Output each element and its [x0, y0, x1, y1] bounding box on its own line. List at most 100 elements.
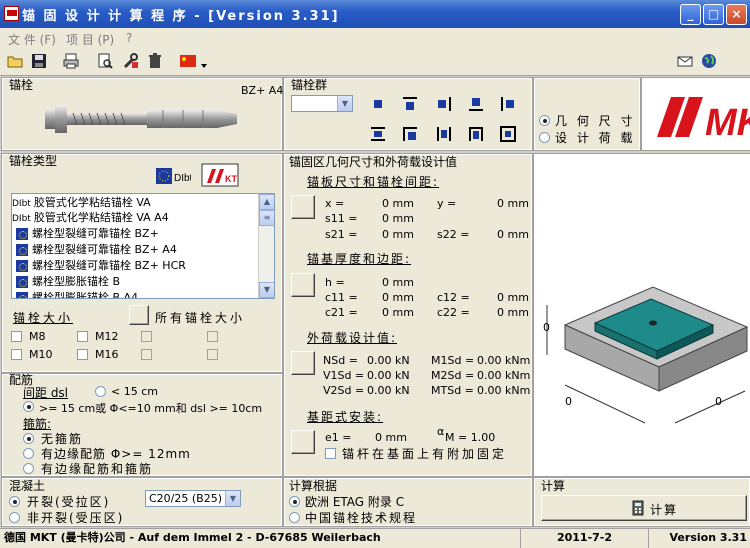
- size-m12-label: M12: [95, 330, 119, 343]
- uncracked-radio[interactable]: [9, 512, 20, 523]
- mtsd-value: 0.00 kNm: [477, 384, 531, 397]
- fixed-checkbox[interactable]: [325, 448, 336, 459]
- plate-edit-button[interactable]: [291, 195, 315, 219]
- concrete-grade-select[interactable]: C20/25 (B25) ▼: [145, 490, 241, 507]
- load-edit-button[interactable]: [291, 351, 315, 375]
- rebar-edge-radio[interactable]: [23, 448, 34, 459]
- group-corner-icon[interactable]: [401, 125, 419, 143]
- cracked-label: 开裂(受拉区): [27, 495, 111, 509]
- etag-radio[interactable]: [289, 496, 300, 507]
- cn-radio[interactable]: [289, 512, 300, 523]
- delete-icon[interactable]: [146, 52, 164, 70]
- list-item[interactable]: 螺栓型膨胀锚栓 B A4: [16, 289, 138, 298]
- c11-label: c11 =: [325, 291, 358, 304]
- group-single-icon[interactable]: [369, 95, 387, 113]
- group-panel-title: 锚栓群: [291, 78, 328, 92]
- anchor-type-list[interactable]: DIbt 胶管式化学粘结锚栓 VA DIbt 胶管式化学粘结锚栓 VA A4 螺栓型…: [11, 193, 275, 299]
- close-button[interactable]: ×: [726, 4, 747, 25]
- list-scrollbar[interactable]: ▲ ≡ ▼: [258, 194, 274, 298]
- group-select[interactable]: ▼: [291, 95, 353, 112]
- y-value: 0 mm: [497, 197, 529, 210]
- size-m8-checkbox[interactable]: [11, 331, 22, 342]
- dim-left: 0: [543, 321, 550, 334]
- list-item[interactable]: 螺栓型膨胀锚栓 B: [16, 273, 120, 289]
- e1-value: 0 mm: [375, 431, 407, 444]
- scroll-up-button[interactable]: ▲: [259, 194, 274, 210]
- x-label: x =: [325, 197, 345, 210]
- list-item[interactable]: DIbt 胶管式化学粘结锚栓 VA: [12, 194, 151, 210]
- base-edit-button[interactable]: [291, 273, 315, 297]
- scroll-thumb[interactable]: ≡: [259, 210, 274, 226]
- spacing-ge-label: >= 15 cm或 Φ<=10 mm和 dsl >= 10cm: [39, 402, 263, 415]
- load-radio[interactable]: [539, 132, 550, 143]
- s22-label: s22 =: [437, 228, 470, 241]
- scroll-down-button[interactable]: ▼: [259, 282, 274, 298]
- cracked-radio[interactable]: [9, 496, 20, 507]
- mkt-filter-icon[interactable]: KT: [201, 163, 239, 187]
- spacing-ge-radio[interactable]: [23, 401, 34, 412]
- menu-project[interactable]: 项 目 (P): [66, 31, 114, 48]
- anchor-bolt-image: [45, 105, 237, 133]
- calculate-button[interactable]: 计算: [541, 495, 747, 521]
- size-m12-checkbox[interactable]: [77, 331, 88, 342]
- alpha-m-value: M = 1.00: [445, 431, 496, 444]
- list-item[interactable]: 螺栓型裂缝可靠锚栓 BZ+: [16, 225, 159, 241]
- menu-bar: 文 件 (F) 项 目 (P) ?: [0, 28, 750, 48]
- open-folder-icon[interactable]: [6, 52, 24, 70]
- tools-icon[interactable]: [122, 52, 140, 70]
- list-item[interactable]: 螺栓型裂缝可靠锚栓 BZ+ A4: [16, 241, 177, 257]
- rebar-none-radio[interactable]: [23, 433, 34, 444]
- y-label: y =: [437, 197, 457, 210]
- preview-icon[interactable]: [96, 52, 114, 70]
- fixed-label: 锚杆在基面上有附加固定: [342, 447, 508, 461]
- s21-value: 0 mm: [382, 228, 414, 241]
- save-icon[interactable]: [30, 52, 48, 70]
- eu-icon: [16, 276, 28, 288]
- size-m10-label: M10: [29, 348, 53, 361]
- china-flag-icon[interactable]: [180, 55, 196, 67]
- logo-panel: MKT: [641, 77, 750, 151]
- mail-icon[interactable]: [676, 52, 694, 70]
- group-side-pair-icon[interactable]: [435, 125, 453, 143]
- c21-value: 0 mm: [382, 306, 414, 319]
- calc-panel: 计算 计算: [533, 477, 750, 527]
- eu-dibt-icon[interactable]: DIbt: [155, 165, 191, 187]
- group-right-edge-icon[interactable]: [435, 95, 453, 113]
- size-m10-checkbox[interactable]: [11, 349, 22, 360]
- group-three-edges-icon[interactable]: [467, 125, 485, 143]
- s21-label: s21 =: [325, 228, 358, 241]
- group-left-edge-icon[interactable]: [499, 95, 517, 113]
- basis-panel: 计算根据 欧洲 ETAG 附录 C 中国锚栓技术规程: [283, 477, 533, 527]
- rebar-edge-stirrup-radio[interactable]: [23, 463, 34, 474]
- load-heading: 外荷载设计值:: [307, 331, 398, 345]
- all-sizes-button[interactable]: [129, 305, 149, 325]
- group-top-edge-icon[interactable]: [401, 95, 419, 113]
- group-bottom-edge-icon[interactable]: [467, 95, 485, 113]
- plate-heading: 锚板尺寸和锚栓间距:: [307, 175, 440, 189]
- v1sd-value: 0.00 kN: [367, 369, 410, 382]
- c11-value: 0 mm: [382, 291, 414, 304]
- minimize-button[interactable]: _: [680, 4, 701, 25]
- s22-value: 0 mm: [497, 228, 529, 241]
- print-icon[interactable]: [62, 52, 80, 70]
- size-m8-label: M8: [29, 330, 46, 343]
- size-m16-checkbox[interactable]: [77, 349, 88, 360]
- group-enclosed-icon[interactable]: [499, 125, 517, 143]
- globe-icon[interactable]: [700, 52, 718, 70]
- menu-help[interactable]: ?: [126, 31, 132, 45]
- install-edit-button[interactable]: [291, 430, 315, 454]
- geometry-radio[interactable]: [539, 115, 550, 126]
- v1sd-label: V1Sd =: [323, 369, 365, 382]
- spacing-lt-radio[interactable]: [95, 386, 106, 397]
- list-item[interactable]: DIbt 胶管式化学粘结锚栓 VA A4: [12, 209, 169, 225]
- h-value: 0 mm: [382, 276, 414, 289]
- eu-icon: [16, 292, 28, 298]
- c12-value: 0 mm: [497, 291, 529, 304]
- menu-file[interactable]: 文 件 (F): [8, 31, 56, 48]
- type-panel-title: 锚栓类型: [9, 154, 58, 168]
- chevron-down-icon[interactable]: [200, 57, 208, 75]
- eu-icon: [16, 228, 28, 240]
- list-item[interactable]: 螺栓型裂缝可靠锚栓 BZ+ HCR: [16, 257, 186, 273]
- group-two-edges-icon[interactable]: [369, 125, 387, 143]
- maximize-button[interactable]: □: [703, 4, 724, 25]
